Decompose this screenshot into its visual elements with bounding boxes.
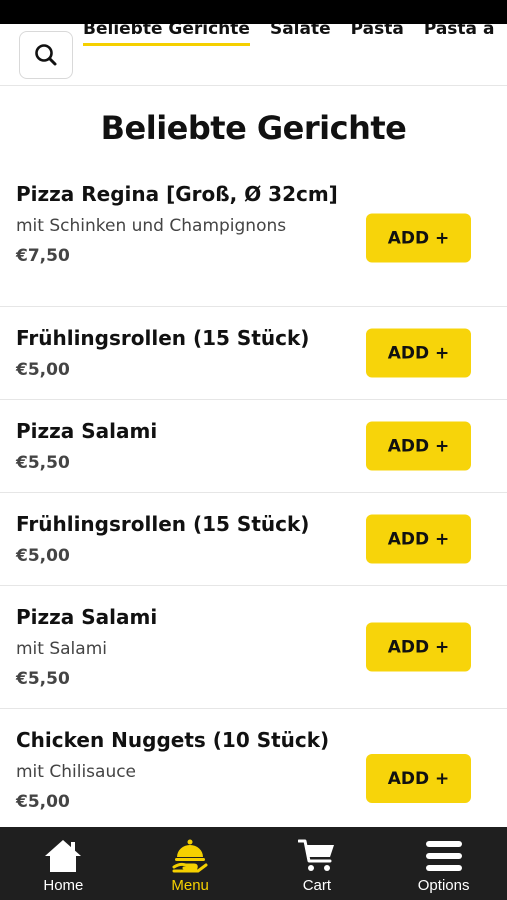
serving-bell-icon — [172, 839, 208, 873]
item-price: €5,00 — [16, 546, 70, 566]
cart-icon — [297, 839, 334, 871]
add-button[interactable]: ADD + — [366, 421, 471, 471]
menu-content[interactable]: Beliebte Gerichte Pizza Regina [Groß, Ø … — [0, 86, 507, 826]
item-name: Chicken Nuggets (10 Stück) — [16, 728, 330, 752]
item-name: Frühlingsrollen (15 Stück) — [16, 326, 310, 350]
item-name: Frühlingsrollen (15 Stück) — [16, 512, 310, 536]
add-button[interactable]: ADD + — [366, 514, 471, 564]
item-description: mit Chilisauce — [16, 762, 137, 782]
nav-menu-label: Menu — [171, 877, 209, 894]
item-price: €7,50 — [16, 246, 70, 266]
nav-options-label: Options — [417, 877, 470, 894]
item-name: Pizza Salami — [16, 605, 158, 629]
section-title: Beliebte Gerichte — [100, 109, 407, 147]
bottom-nav: Home Menu Cart Options — [0, 827, 507, 900]
menu-item: Pizza Salami €5,50 ADD + — [0, 400, 507, 493]
item-name: Pizza Regina [Groß, Ø 32cm] — [16, 182, 338, 206]
menu-item: Frühlingsrollen (15 Stück) €5,00 ADD + — [0, 307, 507, 400]
menu-item: Pizza Salami mit Salami €5,50 ADD + — [0, 586, 507, 709]
category-nav: Beliebte Gerichte Salate Pasta Pasta a — [0, 24, 507, 86]
item-description: mit Salami — [16, 639, 107, 659]
status-bar — [0, 0, 507, 24]
item-price: €5,50 — [16, 453, 70, 473]
category-tabs: Beliebte Gerichte Salate Pasta Pasta a — [83, 24, 507, 46]
nav-cart-label: Cart — [302, 877, 332, 894]
add-button[interactable]: ADD + — [366, 754, 471, 803]
item-name: Pizza Salami — [16, 419, 158, 443]
item-price: €5,50 — [16, 669, 70, 689]
nav-menu[interactable]: Menu — [127, 827, 254, 900]
tab-beliebte-gerichte[interactable]: Beliebte Gerichte — [83, 24, 250, 46]
tab-pasta-a[interactable]: Pasta a — [424, 24, 495, 44]
tab-salate[interactable]: Salate — [270, 24, 331, 44]
item-price: €5,00 — [16, 360, 70, 380]
item-description: mit Schinken und Champignons — [16, 216, 287, 236]
add-button[interactable]: ADD + — [366, 328, 471, 378]
tab-pasta[interactable]: Pasta — [351, 24, 404, 44]
nav-options[interactable]: Options — [380, 827, 507, 900]
search-icon — [35, 44, 57, 66]
add-button[interactable]: ADD + — [366, 622, 471, 672]
search-button[interactable] — [19, 31, 73, 79]
nav-home[interactable]: Home — [0, 827, 127, 900]
add-button[interactable]: ADD + — [366, 213, 471, 263]
item-price: €5,00 — [16, 792, 70, 812]
nav-cart[interactable]: Cart — [254, 827, 381, 900]
menu-item: Pizza Regina [Groß, Ø 32cm] mit Schinken… — [0, 170, 507, 307]
hamburger-menu-icon — [425, 841, 462, 871]
menu-item: Chicken Nuggets (10 Stück) mit Chilisauc… — [0, 709, 507, 826]
home-icon — [45, 840, 82, 872]
menu-item: Frühlingsrollen (15 Stück) €5,00 ADD + — [0, 493, 507, 586]
nav-home-label: Home — [43, 877, 84, 894]
